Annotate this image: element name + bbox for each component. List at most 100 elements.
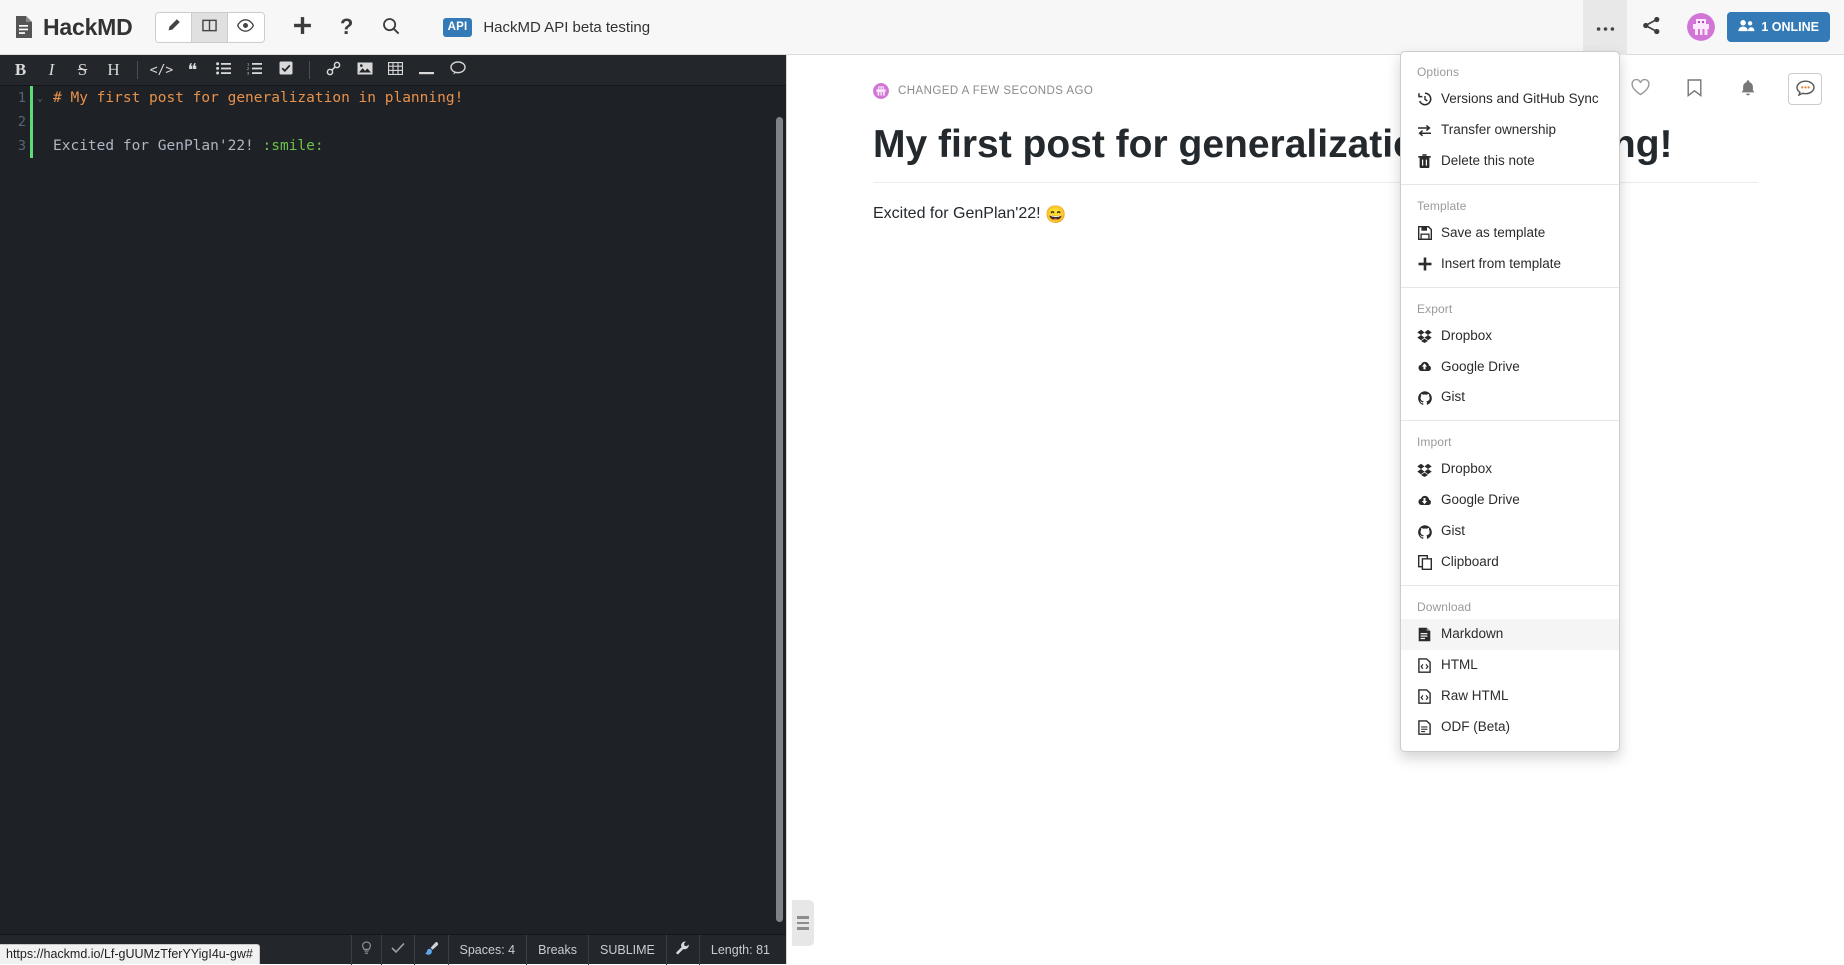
code-lines: 1 ⌄ # My first post for generalization in …: [0, 86, 786, 158]
menu-item-delete-this-note[interactable]: Delete this note: [1401, 146, 1619, 177]
status-indentation[interactable]: Spaces: 4: [447, 934, 527, 965]
navbar-left-icons: ?: [281, 0, 413, 55]
exchange-icon: [1417, 124, 1432, 137]
table-icon: [387, 61, 404, 79]
menu-item-gist[interactable]: Gist: [1401, 516, 1619, 547]
status-theme[interactable]: [413, 934, 448, 965]
preview-action-icons: [1626, 73, 1822, 105]
like-button[interactable]: [1626, 75, 1654, 103]
unordered-list-button[interactable]: [208, 55, 239, 86]
menu-item-google-drive[interactable]: Google Drive: [1401, 485, 1619, 516]
new-note-button[interactable]: [281, 0, 325, 55]
italic-button[interactable]: I: [36, 55, 67, 86]
status-hint[interactable]: [350, 934, 381, 965]
menu-item-save-as-template[interactable]: Save as template: [1401, 218, 1619, 249]
fold-toggle-icon[interactable]: ⌄: [33, 93, 47, 104]
more-options-button[interactable]: [1583, 0, 1628, 55]
strikethrough-button[interactable]: S: [67, 55, 98, 86]
status-line-ending[interactable]: Breaks: [526, 934, 588, 965]
line-number: 1: [17, 90, 26, 106]
menu-item-gist[interactable]: Gist: [1401, 382, 1619, 413]
menu-item-label: Transfer ownership: [1441, 121, 1557, 137]
code-text: Excited for GenPlan'22! :smile:: [47, 138, 324, 154]
cursor-gutter-marker: [30, 134, 33, 158]
navbar-right-icons: 1 ONLINE: [1583, 0, 1844, 55]
code-editor[interactable]: 1 ⌄ # My first post for generalization in …: [0, 86, 786, 934]
checklist-button[interactable]: [270, 55, 301, 86]
bold-button[interactable]: B: [5, 55, 36, 86]
mode-preview-button[interactable]: [227, 12, 264, 42]
trash-icon: [1417, 153, 1432, 169]
smile-emoji: 😄: [1045, 204, 1067, 224]
status-settings[interactable]: [665, 934, 699, 965]
menu-item-markdown[interactable]: Markdown: [1401, 619, 1619, 650]
menu-section-header-import: Import: [1417, 435, 1452, 450]
github-icon: [1417, 524, 1432, 539]
toolbar-separator: [137, 61, 138, 79]
preview-pane: CHANGED A FEW SECONDS AGO My first post …: [786, 55, 1844, 964]
menu-item-label: Dropbox: [1441, 327, 1493, 343]
table-button[interactable]: [380, 55, 411, 86]
mode-edit-button[interactable]: [155, 12, 192, 42]
heading-button[interactable]: H: [98, 55, 129, 86]
code-text: # My first post for generalization in pl…: [47, 90, 463, 106]
menu-item-versions-and-github-sync[interactable]: Versions and GitHub Sync: [1401, 84, 1619, 115]
status-spellcheck[interactable]: [380, 934, 414, 965]
menu-item-label: Insert from template: [1441, 255, 1562, 271]
bookmark-button[interactable]: [1680, 75, 1708, 103]
menu-item-html[interactable]: HTML: [1401, 650, 1619, 681]
code-line[interactable]: 3 Excited for GenPlan'22! :smile:: [0, 134, 786, 158]
subscribe-button[interactable]: [1734, 75, 1762, 103]
quote-button[interactable]: ❝: [177, 55, 208, 86]
plus-icon: [293, 16, 312, 38]
share-icon: [1642, 16, 1661, 38]
quote-icon: ❝: [187, 59, 198, 80]
save-icon: [1417, 226, 1432, 241]
editor-scrollbar[interactable]: [776, 117, 783, 922]
image-button[interactable]: [349, 55, 380, 86]
menu-item-dropbox[interactable]: Dropbox: [1401, 454, 1619, 485]
ordered-list-button[interactable]: 1 2 3: [239, 55, 270, 86]
code-button[interactable]: </>: [146, 55, 177, 86]
mode-both-button[interactable]: [191, 12, 228, 42]
ellipsis-icon: [1596, 20, 1615, 35]
code-line[interactable]: 1 ⌄ # My first post for generalization in …: [0, 86, 786, 110]
plus-icon: [1417, 257, 1432, 271]
avatar[interactable]: [1687, 13, 1716, 41]
question-icon: ?: [339, 14, 354, 39]
menu-item-label: Delete this note: [1441, 152, 1535, 168]
menu-section-header-download: Download: [1417, 600, 1472, 615]
share-button[interactable]: [1627, 0, 1675, 55]
menu-item-label: Gist: [1441, 523, 1466, 539]
menu-item-odf-beta[interactable]: ODF (Beta): [1401, 712, 1619, 743]
brand-logo[interactable]: HackMD: [14, 14, 133, 41]
note-title[interactable]: HackMD API beta testing: [483, 19, 650, 36]
user-avatar-mini: [873, 83, 889, 99]
editor-pane: B I S H </> ❝ 1 2 3 1 ⌄ # My first post …: [0, 55, 786, 965]
online-users-button[interactable]: 1 ONLINE: [1727, 12, 1830, 42]
comment-button[interactable]: [442, 55, 473, 86]
menu-item-dropbox[interactable]: Dropbox: [1401, 321, 1619, 352]
eye-icon: [237, 18, 255, 36]
code-line[interactable]: 2: [0, 110, 786, 134]
menu-item-raw-html[interactable]: Raw HTML: [1401, 681, 1619, 712]
search-button[interactable]: [369, 0, 413, 55]
menu-item-clipboard[interactable]: Clipboard: [1401, 547, 1619, 578]
checkbox-icon: [279, 61, 293, 79]
menu-item-google-drive[interactable]: Google Drive: [1401, 352, 1619, 383]
link-button[interactable]: [318, 55, 349, 86]
clipboard-icon: [1417, 555, 1432, 571]
resize-handle[interactable]: [792, 900, 814, 946]
menu-item-transfer-ownership[interactable]: Transfer ownership: [1401, 115, 1619, 146]
menu-item-label: Google Drive: [1441, 358, 1520, 374]
menu-item-insert-from-template[interactable]: Insert from template: [1401, 249, 1619, 280]
menu-separator: [1401, 420, 1619, 422]
comments-button[interactable]: [1788, 73, 1822, 105]
numbered-list-icon: 1 2 3: [247, 61, 262, 79]
bell-icon: [1740, 79, 1756, 100]
status-keymap[interactable]: SUBLIME: [588, 934, 666, 965]
horizontal-rule-button[interactable]: [411, 55, 442, 86]
code-token-emoji: :smile:: [262, 138, 324, 154]
menu-item-label: Google Drive: [1441, 492, 1520, 508]
help-button[interactable]: ?: [325, 0, 369, 55]
